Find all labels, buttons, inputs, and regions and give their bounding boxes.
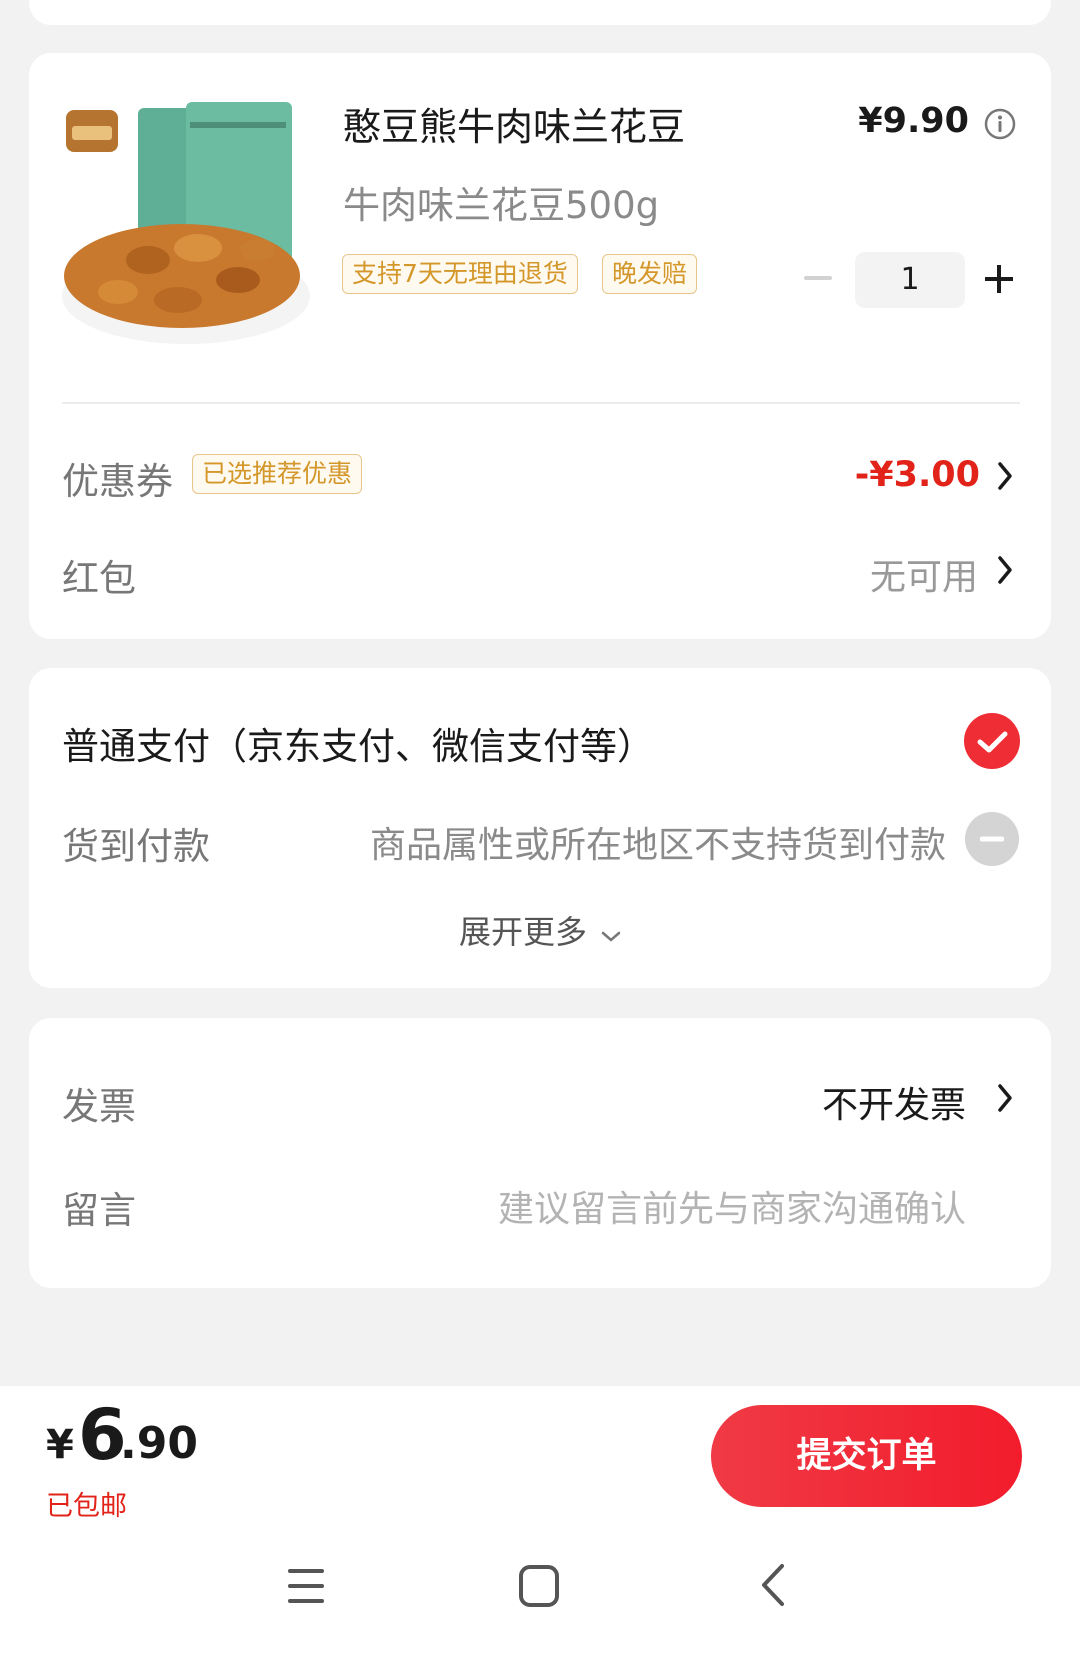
plus-icon[interactable] bbox=[984, 264, 1014, 294]
invoice-label: 发票 bbox=[62, 1085, 136, 1128]
coupon-tag: 已选推荐优惠 bbox=[192, 454, 363, 494]
product-name[interactable]: 憨豆熊牛肉味兰花豆 bbox=[343, 96, 685, 151]
invoice-value[interactable]: 不开发票 bbox=[822, 1076, 966, 1128]
invoice-card bbox=[29, 1018, 1051, 1288]
cod-note: 商品属性或所在地区不支持货到付款 bbox=[369, 825, 946, 866]
submit-order-button[interactable]: 提交订单 bbox=[711, 1405, 1022, 1507]
cod-label: 货到付款 bbox=[62, 825, 210, 868]
chevron-right-icon[interactable] bbox=[996, 1082, 1014, 1114]
normal-payment-label[interactable]: 普通支付（京东支付、微信支付等） bbox=[62, 716, 654, 770]
total-decimal: .90 bbox=[120, 1418, 198, 1469]
coupon-label: 优惠券 bbox=[62, 460, 173, 503]
product-image[interactable] bbox=[58, 100, 310, 348]
expand-more-button[interactable]: 展开更多 bbox=[459, 907, 622, 951]
coupon-value[interactable]: -¥3.00 bbox=[855, 455, 980, 495]
divider bbox=[62, 402, 1020, 404]
info-icon[interactable] bbox=[984, 108, 1016, 140]
expand-more-label: 展开更多 bbox=[459, 913, 588, 951]
quantity-input[interactable]: 1 bbox=[855, 252, 965, 308]
product-price: ¥9.90 bbox=[858, 101, 969, 141]
check-circle-icon[interactable] bbox=[964, 713, 1020, 769]
menu-icon[interactable] bbox=[286, 1565, 326, 1611]
return-policy-tag: 支持7天无理由退货 bbox=[342, 254, 578, 294]
red-packet-label: 红包 bbox=[62, 557, 136, 600]
disabled-circle-icon bbox=[965, 812, 1019, 866]
back-icon[interactable] bbox=[758, 1562, 788, 1612]
chevron-right-icon[interactable] bbox=[996, 460, 1014, 492]
previous-card bbox=[29, 0, 1051, 25]
shipping-status: 已包邮 bbox=[46, 1491, 127, 1522]
red-packet-value[interactable]: 无可用 bbox=[870, 548, 978, 600]
total-currency: ¥ bbox=[46, 1422, 74, 1468]
home-icon[interactable] bbox=[518, 1564, 560, 1612]
chevron-right-icon[interactable] bbox=[996, 554, 1014, 586]
chevron-down-icon bbox=[600, 929, 622, 948]
late-delivery-tag: 晚发赔 bbox=[602, 254, 698, 294]
product-spec: 牛肉味兰花豆500g bbox=[343, 184, 660, 227]
minus-icon[interactable] bbox=[804, 276, 832, 280]
message-input[interactable]: 建议留言前先与商家沟通确认 bbox=[498, 1180, 966, 1232]
message-label: 留言 bbox=[62, 1189, 136, 1232]
